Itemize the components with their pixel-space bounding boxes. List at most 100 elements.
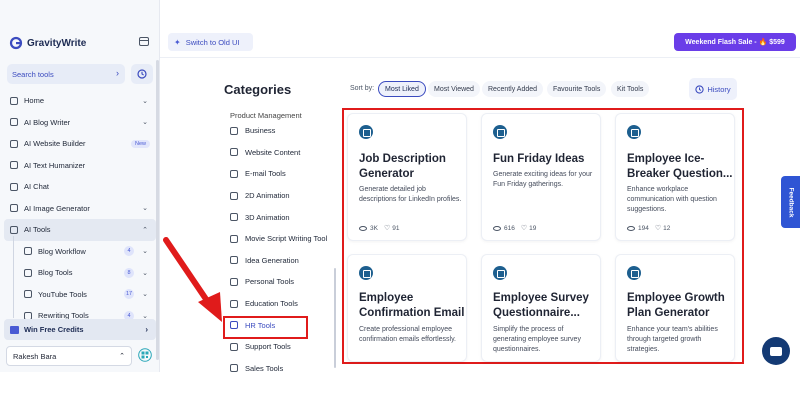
category-label: Support Tools xyxy=(245,342,291,352)
gift-icon xyxy=(10,325,19,334)
category-website-content[interactable]: Website Content xyxy=(224,142,334,164)
tool-title: Job Description Generator xyxy=(359,153,446,180)
view-count: 3K xyxy=(370,224,378,232)
sidebar-item-label: AI Chat xyxy=(24,182,50,192)
count-badge: 17 xyxy=(124,289,134,300)
heart-icon[interactable]: ♡ xyxy=(521,224,527,232)
film-icon xyxy=(230,234,238,243)
feedback-tab[interactable]: Feedback xyxy=(781,176,800,228)
sidebar-subitem-blog-tools[interactable]: Blog Tools 8 ⌄ xyxy=(4,262,156,284)
heart-icon[interactable]: ♡ xyxy=(655,224,661,232)
gravitywrite-logo-icon xyxy=(9,36,23,50)
win-free-credits-button[interactable]: Win Free Credits › xyxy=(4,319,156,340)
brand[interactable]: GravityWrite xyxy=(9,35,151,51)
sidebar-subitem-blog-workflow[interactable]: Blog Workflow 4 ⌄ xyxy=(4,241,156,263)
sort-most-viewed[interactable]: Most Viewed xyxy=(428,81,480,97)
tool-icon xyxy=(359,266,373,280)
category-3d-animation[interactable]: 3D Animation xyxy=(224,206,334,228)
sidebar-subitem-youtube-tools[interactable]: YouTube Tools 17 ⌄ xyxy=(4,284,156,306)
cube-icon xyxy=(230,213,238,222)
category-scrollbar[interactable] xyxy=(334,268,336,368)
category-support-tools[interactable]: Support Tools xyxy=(224,336,334,358)
category-product-management[interactable]: Product Management xyxy=(224,110,334,120)
tool-title: Employee Confirmation Email xyxy=(359,292,465,319)
category-movie-script[interactable]: Movie Script Writing Tool xyxy=(224,228,334,250)
tool-description: Simplify the process of generating emplo… xyxy=(493,326,581,353)
user-menu[interactable]: Rakesh Bara ⌃ xyxy=(6,346,132,366)
tool-card[interactable]: Employee Confirmation Email Create profe… xyxy=(347,254,467,362)
sort-favourite-tools[interactable]: Favourite Tools xyxy=(547,81,607,97)
history-button[interactable] xyxy=(131,64,153,84)
tool-title: Employee Growth Plan Generator xyxy=(627,292,725,319)
sort-most-liked[interactable]: Most Liked xyxy=(378,81,426,97)
sidebar-item-ai-blog-writer[interactable]: AI Blog Writer ⌄ xyxy=(4,112,156,134)
count-badge: 4 xyxy=(124,246,134,257)
category-email-tools[interactable]: E-mail Tools xyxy=(224,163,334,185)
tool-stats: 3K ♡ 91 xyxy=(359,224,399,232)
history-toggle-button[interactable]: History xyxy=(689,78,737,100)
sidebar-scrollbar[interactable] xyxy=(156,60,159,360)
briefcase-icon xyxy=(230,126,238,135)
flash-sale-button[interactable]: Weekend Flash Sale - 🔥 $599 xyxy=(674,33,796,51)
like-count: 91 xyxy=(392,224,400,232)
tool-card[interactable]: Employee Growth Plan Generator Enhance y… xyxy=(615,254,735,362)
like-count: 12 xyxy=(663,224,671,232)
sidebar-item-label: AI Blog Writer xyxy=(24,117,71,127)
tool-card[interactable]: Employee Survey Questionnaire... Simplif… xyxy=(481,254,601,362)
sort-kit-tools[interactable]: Kit Tools xyxy=(611,81,650,97)
tool-stats: 616 ♡ 19 xyxy=(493,224,536,232)
chevron-down-icon: ⌄ xyxy=(142,97,148,105)
eye-icon xyxy=(359,225,367,231)
category-label: Website Content xyxy=(245,147,301,157)
toggle-sidebar-icon[interactable] xyxy=(139,37,149,46)
sidebar-item-label: AI Website Builder xyxy=(24,139,86,149)
sidebar-item-label: YouTube Tools xyxy=(38,289,87,299)
chevron-right-icon: › xyxy=(116,68,119,78)
sidebar-item-ai-tools[interactable]: AI Tools ⌃ xyxy=(4,219,156,241)
chat-icon xyxy=(10,182,18,191)
website-icon xyxy=(10,139,18,148)
heart-icon[interactable]: ♡ xyxy=(384,224,390,232)
switch-to-old-ui-button[interactable]: ✦ Switch to Old UI xyxy=(168,33,253,51)
home-icon xyxy=(10,96,18,105)
blog-tools-icon xyxy=(24,268,32,277)
sidebar-item-ai-text-humanizer[interactable]: AI Text Humanizer xyxy=(4,155,156,177)
sidebar-item-ai-website-builder[interactable]: AI Website Builder New xyxy=(4,133,156,155)
app-qr-icon[interactable] xyxy=(138,348,152,362)
category-label: Idea Generation xyxy=(245,255,299,265)
tool-card[interactable]: Job Description Generator Generate detai… xyxy=(347,113,467,241)
chat-support-button[interactable] xyxy=(762,337,790,365)
sparkle-icon: ✦ xyxy=(174,37,181,47)
tool-icon xyxy=(493,266,507,280)
image-icon xyxy=(10,204,18,213)
chevron-down-icon: ⌄ xyxy=(142,291,148,299)
sidebar-item-label: Blog Tools xyxy=(38,268,73,278)
top-bar: ✦ Switch to Old UI Weekend Flash Sale - … xyxy=(160,0,800,58)
tool-description: Create professional employee confirmatio… xyxy=(359,326,456,343)
category-2d-animation[interactable]: 2D Animation xyxy=(224,185,334,207)
history-icon xyxy=(695,84,704,94)
tool-title: Fun Friday Ideas xyxy=(493,153,585,165)
feedback-label: Feedback xyxy=(787,187,794,217)
tool-card[interactable]: Fun Friday Ideas Generate exciting ideas… xyxy=(481,113,601,241)
category-sales-tools[interactable]: Sales Tools xyxy=(224,358,334,372)
tool-card[interactable]: Employee Ice-Breaker Question... Enhance… xyxy=(615,113,735,241)
category-personal-tools[interactable]: Personal Tools xyxy=(224,271,334,293)
tool-description: Generate exciting ideas for your Fun Fri… xyxy=(493,171,593,188)
tool-icon xyxy=(627,125,641,139)
chevron-right-icon: › xyxy=(145,325,148,334)
chevron-down-icon: ⌄ xyxy=(142,205,148,213)
sidebar-item-ai-image-generator[interactable]: AI Image Generator ⌄ xyxy=(4,198,156,220)
search-tools-button[interactable]: Search tools › xyxy=(7,64,125,84)
chevron-down-icon: ⌄ xyxy=(142,119,148,127)
lightbulb-icon xyxy=(230,256,238,265)
category-idea-generation[interactable]: Idea Generation xyxy=(224,250,334,272)
user-icon xyxy=(230,277,238,286)
support-icon xyxy=(230,342,238,351)
sidebar-item-ai-chat[interactable]: AI Chat xyxy=(4,176,156,198)
switch-label: Switch to Old UI xyxy=(185,37,240,47)
sort-recently-added[interactable]: Recently Added xyxy=(482,81,544,97)
sidebar-item-home[interactable]: Home ⌄ xyxy=(4,90,156,112)
category-business[interactable]: Business xyxy=(224,120,334,142)
category-education-tools[interactable]: Education Tools xyxy=(224,293,334,315)
